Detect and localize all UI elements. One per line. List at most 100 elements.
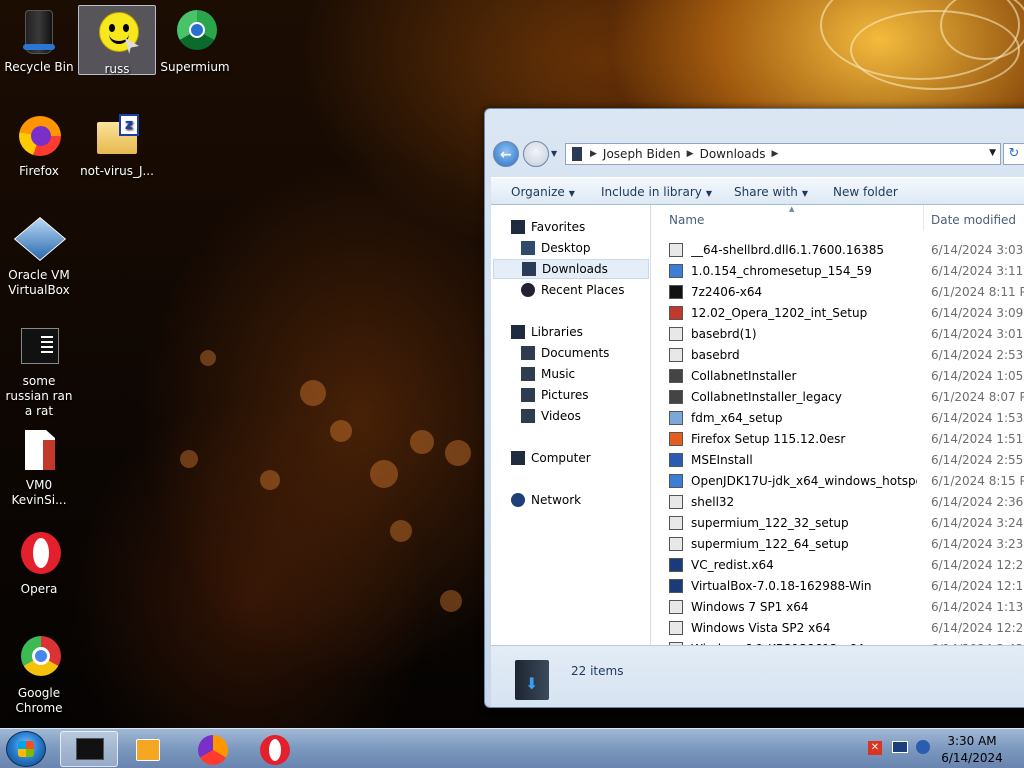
- recent-pages-dropdown[interactable]: ▼: [551, 149, 557, 158]
- refresh-button[interactable]: ↻: [1003, 143, 1024, 165]
- desktop-icon-russ[interactable]: russ: [78, 5, 156, 76]
- desktop-icon-label: Google Chrome: [15, 686, 63, 715]
- desktop-icon-recycle-bin[interactable]: Recycle Bin: [0, 4, 78, 75]
- desktop-icon-chrome[interactable]: Google Chrome: [0, 630, 78, 716]
- supermium-icon: [171, 8, 219, 56]
- file-row[interactable]: shell32 6/14/2024 2:36 AM: [651, 491, 1024, 512]
- breadcrumb-separator: ▶: [686, 149, 694, 159]
- firefox-icon: [15, 112, 63, 160]
- nav-documents[interactable]: Documents: [521, 343, 609, 363]
- new-folder-button[interactable]: New folder: [833, 185, 898, 199]
- desktop-icon-opera[interactable]: Opera: [0, 526, 78, 597]
- desktop-icon-not-virus[interactable]: z not-virus_J...: [78, 108, 156, 179]
- file-row[interactable]: supermium_122_32_setup 6/14/2024 3:24 AM: [651, 512, 1024, 533]
- file-row[interactable]: VC_redist.x64 6/14/2024 12:21 A: [651, 554, 1024, 575]
- smiley-face-icon: [93, 10, 141, 58]
- nav-computer[interactable]: Computer: [511, 448, 591, 468]
- file-row[interactable]: VirtualBox-7.0.18-162988-Win 6/14/2024 12…: [651, 575, 1024, 596]
- taskbar-firefox[interactable]: [184, 731, 242, 767]
- file-row[interactable]: Firefox Setup 115.12.0esr 6/14/2024 1:51 …: [651, 428, 1024, 449]
- desktop-icon-some-russian[interactable]: some russian ran a rat: [0, 318, 78, 419]
- file-row[interactable]: fdm_x64_setup 6/14/2024 1:53 AM: [651, 407, 1024, 428]
- explorer-app-icon: [76, 738, 104, 760]
- file-date-modified: 6/14/2024 3:23 AM: [931, 536, 1024, 551]
- file-date-modified: 6/14/2024 1:05 AM: [931, 368, 1024, 383]
- nav-videos[interactable]: Videos: [521, 406, 581, 426]
- address-bar[interactable]: ▶ Joseph Biden ▶ Downloads ▶ ▼: [565, 143, 1001, 165]
- nav-desktop[interactable]: Desktop: [521, 238, 591, 258]
- file-row[interactable]: basebrd 6/14/2024 2:53 AM: [651, 344, 1024, 365]
- file-row[interactable]: Windows Vista SP2 x64 6/14/2024 12:20 A: [651, 617, 1024, 638]
- network-icon[interactable]: [892, 741, 908, 753]
- file-type-icon: [669, 305, 683, 320]
- column-header-date-modified[interactable]: Date modified: [931, 213, 1016, 227]
- file-row[interactable]: 12.02_Opera_1202_int_Setup 6/14/2024 3:09…: [651, 302, 1024, 323]
- file-row[interactable]: CollabnetInstaller_legacy 6/1/2024 8:07 P…: [651, 386, 1024, 407]
- forward-button[interactable]: [523, 141, 549, 167]
- include-in-library-button[interactable]: Include in library ▼: [601, 185, 712, 199]
- file-date-modified: 6/14/2024 3:03 AM: [931, 242, 1024, 257]
- file-type-icon: [669, 326, 683, 341]
- file-row[interactable]: CollabnetInstaller 6/14/2024 1:05 AM: [651, 365, 1024, 386]
- breadcrumb-separator: ▶: [771, 149, 779, 159]
- file-row[interactable]: supermium_122_64_setup 6/14/2024 3:23 AM: [651, 533, 1024, 554]
- pictures-icon: [521, 388, 535, 402]
- file-row[interactable]: basebrd(1) 6/14/2024 3:01 AM: [651, 323, 1024, 344]
- file-type-icon: [669, 347, 683, 362]
- file-date-modified: 6/14/2024 12:21 A: [931, 557, 1024, 572]
- clock-time[interactable]: 3:30 AM: [932, 734, 1012, 748]
- breadcrumb-downloads[interactable]: Downloads: [700, 147, 766, 161]
- file-type-icon: [669, 599, 683, 614]
- status-bar: ⬇ 22 items: [491, 645, 1024, 707]
- column-divider[interactable]: [923, 205, 924, 231]
- desktop-icon-virtualbox[interactable]: Oracle VM VirtualBox: [0, 212, 78, 298]
- file-name: fdm_x64_setup: [691, 410, 783, 425]
- file-row[interactable]: 1.0.154_chromesetup_154_59 6/14/2024 3:11…: [651, 260, 1024, 281]
- file-name: shell32: [691, 494, 735, 509]
- file-row[interactable]: MSEInstall 6/14/2024 2:55 AM: [651, 449, 1024, 470]
- file-date-modified: 6/14/2024 2:36 AM: [931, 494, 1024, 509]
- back-button[interactable]: ←: [493, 141, 519, 167]
- start-button[interactable]: [6, 731, 46, 767]
- file-type-icon: [669, 242, 683, 257]
- nav-music[interactable]: Music: [521, 364, 575, 384]
- breadcrumb-user[interactable]: Joseph Biden: [603, 147, 681, 161]
- windows-logo-icon: [18, 741, 34, 757]
- nav-downloads[interactable]: Downloads: [493, 259, 649, 279]
- file-row[interactable]: Windows6.1-KB3138612-x646/14/2024 3:43 A…: [651, 638, 1024, 645]
- nav-libraries[interactable]: Libraries: [511, 322, 583, 342]
- opera-icon: [15, 530, 63, 578]
- security-alert-icon[interactable]: ✕: [868, 741, 882, 755]
- file-name: basebrd(1): [691, 326, 757, 341]
- file-row[interactable]: __64-shellbrd.dll6.1.7600.16385 6/14/2024…: [651, 239, 1024, 260]
- taskbar-explorer[interactable]: [60, 731, 118, 767]
- nav-favorites[interactable]: Favorites: [511, 217, 585, 237]
- nav-recent-places[interactable]: Recent Places: [521, 280, 624, 300]
- file-date-modified: 6/14/2024 12:15 A: [931, 578, 1024, 593]
- taskbar-opera[interactable]: [246, 731, 304, 767]
- file-row[interactable]: 7z2406-x64 6/1/2024 8:11 PM: [651, 281, 1024, 302]
- nav-network[interactable]: Network: [511, 490, 581, 510]
- file-date-modified: 6/14/2024 1:53 AM: [931, 410, 1024, 425]
- volume-icon[interactable]: [916, 740, 930, 754]
- file-row[interactable]: OpenJDK17U-jdk_x64_windows_hotspot_... 6/…: [651, 470, 1024, 491]
- nav-pictures[interactable]: Pictures: [521, 385, 589, 405]
- videos-icon: [521, 409, 535, 423]
- file-date-modified: 6/14/2024 2:53 AM: [931, 347, 1024, 362]
- virtualbox-icon: [13, 216, 67, 264]
- file-row[interactable]: Windows 7 SP1 x64 6/14/2024 1:13 AM: [651, 596, 1024, 617]
- desktop-icon-firefox[interactable]: Firefox: [0, 108, 78, 179]
- desktop-icon-supermium[interactable]: Supermium: [156, 4, 234, 75]
- clock-date[interactable]: 6/14/2024: [932, 751, 1012, 765]
- share-with-button[interactable]: Share with ▼: [734, 185, 808, 199]
- desktop-icon-label: Recycle Bin: [4, 60, 74, 74]
- folder-icon: [572, 147, 582, 161]
- desktop-icon-vm0[interactable]: VM0 KevinSi...: [0, 422, 78, 508]
- address-dropdown-icon[interactable]: ▼: [989, 148, 996, 158]
- organize-button[interactable]: Organize ▼: [511, 185, 575, 199]
- explorer-window[interactable]: ← ▼ ▶ Joseph Biden ▶ Downloads ▶ ▼ ↻ Org…: [484, 108, 1024, 708]
- sort-ascending-icon: ▲: [789, 205, 795, 213]
- file-name: CollabnetInstaller: [691, 368, 797, 383]
- column-header-name[interactable]: Name: [669, 213, 704, 227]
- taskbar-media-player[interactable]: [120, 731, 178, 767]
